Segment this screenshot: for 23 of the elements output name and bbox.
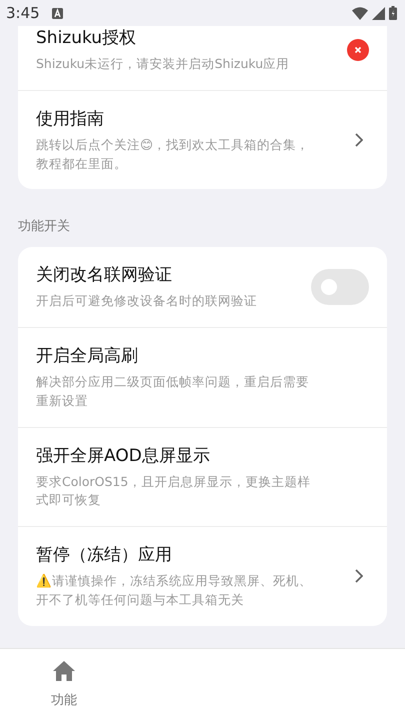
setting-description: 要求ColorOS15，且开启息屏显示，更换主题样式即可恢复 [36,472,312,510]
chevron-right-icon[interactable] [355,133,363,147]
notification-icon [52,8,63,18]
setting-title: 开启全局高刷 [36,345,139,367]
toggle-switch[interactable] [311,269,369,306]
error-icon [347,38,369,61]
section-header: 功能开关 [17,218,71,236]
setting-title: Shizuku授权 [36,27,138,49]
chevron-right-icon[interactable] [355,569,363,584]
wifi-icon [352,6,368,20]
status-time: 3:45 [6,4,40,22]
setting-description: ⚠请谨慎操作，冻结系统应用导致黑屏、死机、开不了机等任何问题与本工具箱无关 [36,572,313,609]
setting-title: 使用指南 [36,108,105,130]
signal-icon [372,6,385,20]
setting-title: 关闭改名联网验证 [36,264,173,286]
battery-icon [389,6,397,20]
setting-title: 强开全屏AOD息屏显示 [36,444,211,466]
setting-description: 解决部分应用二级页面低帧率问题，重启后需要重新设置 [36,373,310,410]
setting-description: Shizuku未运行，请安装并启动Shizuku应用 [36,55,290,73]
setting-description: 跳转以后点个关注😊，找到欢太工具箱的合集，教程都在里面。 [36,136,310,172]
setting-title: 暂停（冻结）应用 [36,544,173,566]
setting-description: 开启后可避免修改设备名时的联网验证 [36,292,258,310]
home-icon [53,660,75,680]
